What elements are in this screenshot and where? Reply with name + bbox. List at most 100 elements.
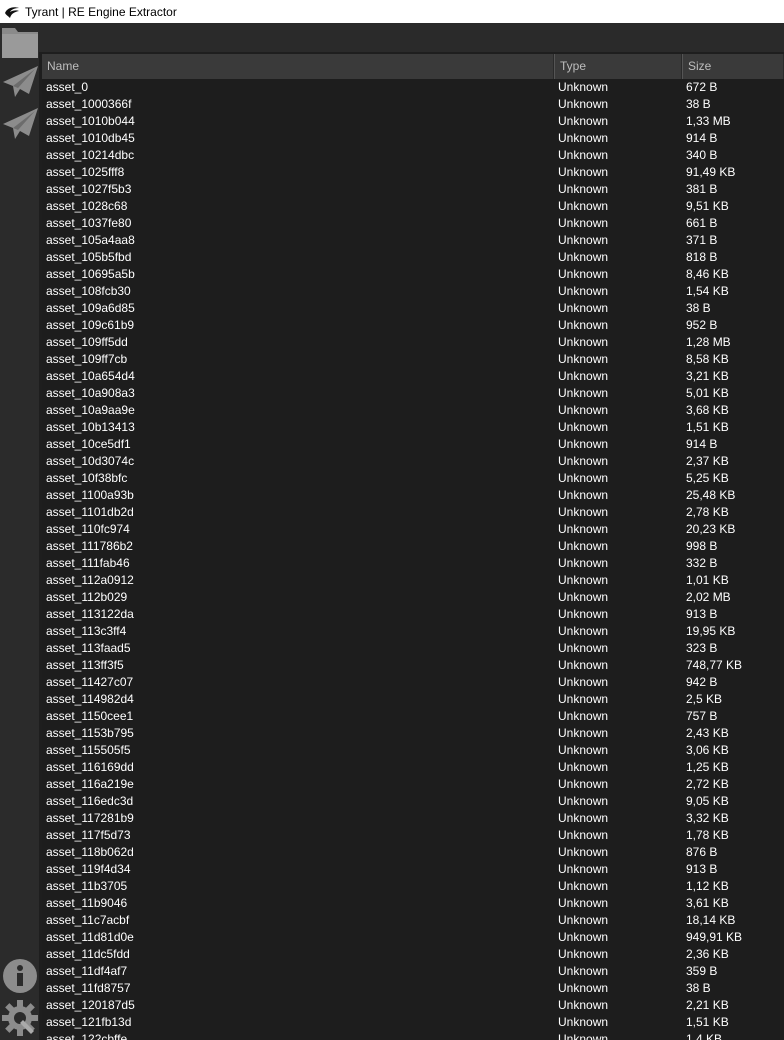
table-row[interactable]: asset_11d81d0e Unknown 949,91 KB	[42, 929, 784, 946]
extract-button[interactable]	[0, 65, 39, 103]
table-row[interactable]: asset_1027f5b3 Unknown 381 B	[42, 181, 784, 198]
asset-type-cell: Unknown	[558, 556, 609, 570]
table-row[interactable]: asset_1153b795 Unknown 2,43 KB	[42, 725, 784, 742]
table-row[interactable]: asset_11b3705 Unknown 1,12 KB	[42, 878, 784, 895]
table-row[interactable]: asset_11fd8757 Unknown 38 B	[42, 980, 784, 997]
table-row[interactable]: asset_11c7acbf Unknown 18,14 KB	[42, 912, 784, 929]
table-row[interactable]: asset_122cbffe Unknown 1,4 KB	[42, 1031, 784, 1040]
asset-name-cell: asset_10214dbc	[46, 148, 135, 162]
table-row[interactable]: asset_11b9046 Unknown 3,61 KB	[42, 895, 784, 912]
asset-name-cell: asset_105b5fbd	[46, 250, 132, 264]
table-row[interactable]: asset_109c61b9 Unknown 952 B	[42, 317, 784, 334]
table-row[interactable]: asset_0 Unknown 672 B	[42, 79, 784, 96]
table-row[interactable]: asset_115505f5 Unknown 3,06 KB	[42, 742, 784, 759]
table-row[interactable]: asset_112a0912 Unknown 1,01 KB	[42, 572, 784, 589]
asset-size-cell: 3,61 KB	[686, 896, 729, 910]
table-row[interactable]: asset_109a6d85 Unknown 38 B	[42, 300, 784, 317]
table-row[interactable]: asset_10d3074c Unknown 2,37 KB	[42, 453, 784, 470]
table-row[interactable]: asset_1100a93b Unknown 25,48 KB	[42, 487, 784, 504]
table-row[interactable]: asset_113122da Unknown 913 B	[42, 606, 784, 623]
asset-type-cell: Unknown	[558, 437, 609, 451]
table-row[interactable]: asset_120187d5 Unknown 2,21 KB	[42, 997, 784, 1014]
asset-type-cell: Unknown	[558, 505, 609, 519]
asset-name-cell: asset_113c3ff4	[46, 624, 127, 638]
asset-name-cell: asset_1010db45	[46, 131, 135, 145]
asset-type-cell: Unknown	[558, 658, 609, 672]
asset-name-cell: asset_11b3705	[46, 879, 128, 893]
asset-size-cell: 661 B	[686, 216, 718, 230]
asset-name-cell: asset_10ce5df1	[46, 437, 131, 451]
info-button[interactable]	[0, 958, 39, 997]
column-header-type[interactable]: Type	[554, 54, 682, 79]
table-row[interactable]: asset_105a4aa8 Unknown 371 B	[42, 232, 784, 249]
table-row[interactable]: asset_109ff7cb Unknown 8,58 KB	[42, 351, 784, 368]
table-row[interactable]: asset_117281b9 Unknown 3,32 KB	[42, 810, 784, 827]
asset-size-cell: 25,48 KB	[686, 488, 736, 502]
table-row[interactable]: asset_1028c68 Unknown 9,51 KB	[42, 198, 784, 215]
asset-type-cell: Unknown	[558, 692, 609, 706]
table-row[interactable]: asset_11427c07 Unknown 942 B	[42, 674, 784, 691]
asset-size-cell: 5,25 KB	[686, 471, 729, 485]
table-header: Name Type Size	[42, 54, 784, 79]
asset-type-cell: Unknown	[558, 624, 609, 638]
table-row[interactable]: asset_111fab46 Unknown 332 B	[42, 555, 784, 572]
table-row[interactable]: asset_1010db45 Unknown 914 B	[42, 130, 784, 147]
table-row[interactable]: asset_117f5d73 Unknown 1,78 KB	[42, 827, 784, 844]
asset-size-cell: 359 B	[686, 964, 718, 978]
table-row[interactable]: asset_113ff3f5 Unknown 748,77 KB	[42, 657, 784, 674]
table-row[interactable]: asset_1025fff8 Unknown 91,49 KB	[42, 164, 784, 181]
table-row[interactable]: asset_10a908a3 Unknown 5,01 KB	[42, 385, 784, 402]
settings-button[interactable]	[0, 999, 39, 1040]
table-row[interactable]: asset_10b13413 Unknown 1,51 KB	[42, 419, 784, 436]
extract-all-button[interactable]	[0, 107, 39, 145]
table-row[interactable]: asset_113faad5 Unknown 323 B	[42, 640, 784, 657]
table-row[interactable]: asset_109ff5dd Unknown 1,28 MB	[42, 334, 784, 351]
asset-type-cell: Unknown	[558, 539, 609, 553]
asset-type-cell: Unknown	[558, 777, 609, 791]
table-row[interactable]: asset_11df4af7 Unknown 359 B	[42, 963, 784, 980]
table-row[interactable]: asset_113c3ff4 Unknown 19,95 KB	[42, 623, 784, 640]
asset-name-cell: asset_10a9aa9e	[46, 403, 135, 417]
table-row[interactable]: asset_1000366f Unknown 38 B	[42, 96, 784, 113]
asset-name-cell: asset_115505f5	[46, 743, 131, 757]
asset-name-cell: asset_110fc974	[46, 522, 130, 536]
table-row[interactable]: asset_121fb13d Unknown 1,51 KB	[42, 1014, 784, 1031]
asset-size-cell: 876 B	[686, 845, 718, 859]
table-row[interactable]: asset_116a219e Unknown 2,72 KB	[42, 776, 784, 793]
table-row[interactable]: asset_116169dd Unknown 1,25 KB	[42, 759, 784, 776]
table-row[interactable]: asset_118b062d Unknown 876 B	[42, 844, 784, 861]
table-row[interactable]: asset_119f4d34 Unknown 913 B	[42, 861, 784, 878]
asset-type-cell: Unknown	[558, 488, 609, 502]
asset-type-cell: Unknown	[558, 590, 609, 604]
asset-size-cell: 38 B	[686, 97, 711, 111]
table-row[interactable]: asset_10f38bfc Unknown 5,25 KB	[42, 470, 784, 487]
table-row[interactable]: asset_10695a5b Unknown 8,46 KB	[42, 266, 784, 283]
asset-name-cell: asset_122cbffe	[46, 1032, 128, 1040]
table-row[interactable]: asset_1101db2d Unknown 2,78 KB	[42, 504, 784, 521]
table-row[interactable]: asset_111786b2 Unknown 998 B	[42, 538, 784, 555]
column-header-name[interactable]: Name	[42, 54, 554, 79]
table-row[interactable]: asset_1037fe80 Unknown 661 B	[42, 215, 784, 232]
table-row[interactable]: asset_105b5fbd Unknown 818 B	[42, 249, 784, 266]
asset-size-cell: 998 B	[686, 539, 718, 553]
asset-name-cell: asset_11d81d0e	[46, 930, 134, 944]
table-row[interactable]: asset_1010b044 Unknown 1,33 MB	[42, 113, 784, 130]
asset-type-cell: Unknown	[558, 998, 609, 1012]
table-row[interactable]: asset_11dc5fdd Unknown 2,36 KB	[42, 946, 784, 963]
table-row[interactable]: asset_10a9aa9e Unknown 3,68 KB	[42, 402, 784, 419]
table-row[interactable]: asset_110fc974 Unknown 20,23 KB	[42, 521, 784, 538]
table-row[interactable]: asset_10214dbc Unknown 340 B	[42, 147, 784, 164]
asset-type-cell: Unknown	[558, 454, 609, 468]
table-row[interactable]: asset_114982d4 Unknown 2,5 KB	[42, 691, 784, 708]
column-header-size[interactable]: Size	[682, 54, 784, 79]
table-row[interactable]: asset_10a654d4 Unknown 3,21 KB	[42, 368, 784, 385]
table-row[interactable]: asset_108fcb30 Unknown 1,54 KB	[42, 283, 784, 300]
table-row[interactable]: asset_1150cee1 Unknown 757 B	[42, 708, 784, 725]
asset-name-cell: asset_112a0912	[46, 573, 134, 587]
open-folder-button[interactable]	[0, 26, 39, 62]
asset-size-cell: 8,58 KB	[686, 352, 729, 366]
table-row[interactable]: asset_10ce5df1 Unknown 914 B	[42, 436, 784, 453]
table-row[interactable]: asset_116edc3d Unknown 9,05 KB	[42, 793, 784, 810]
send-all-icon	[1, 106, 39, 147]
table-row[interactable]: asset_112b029 Unknown 2,02 MB	[42, 589, 784, 606]
